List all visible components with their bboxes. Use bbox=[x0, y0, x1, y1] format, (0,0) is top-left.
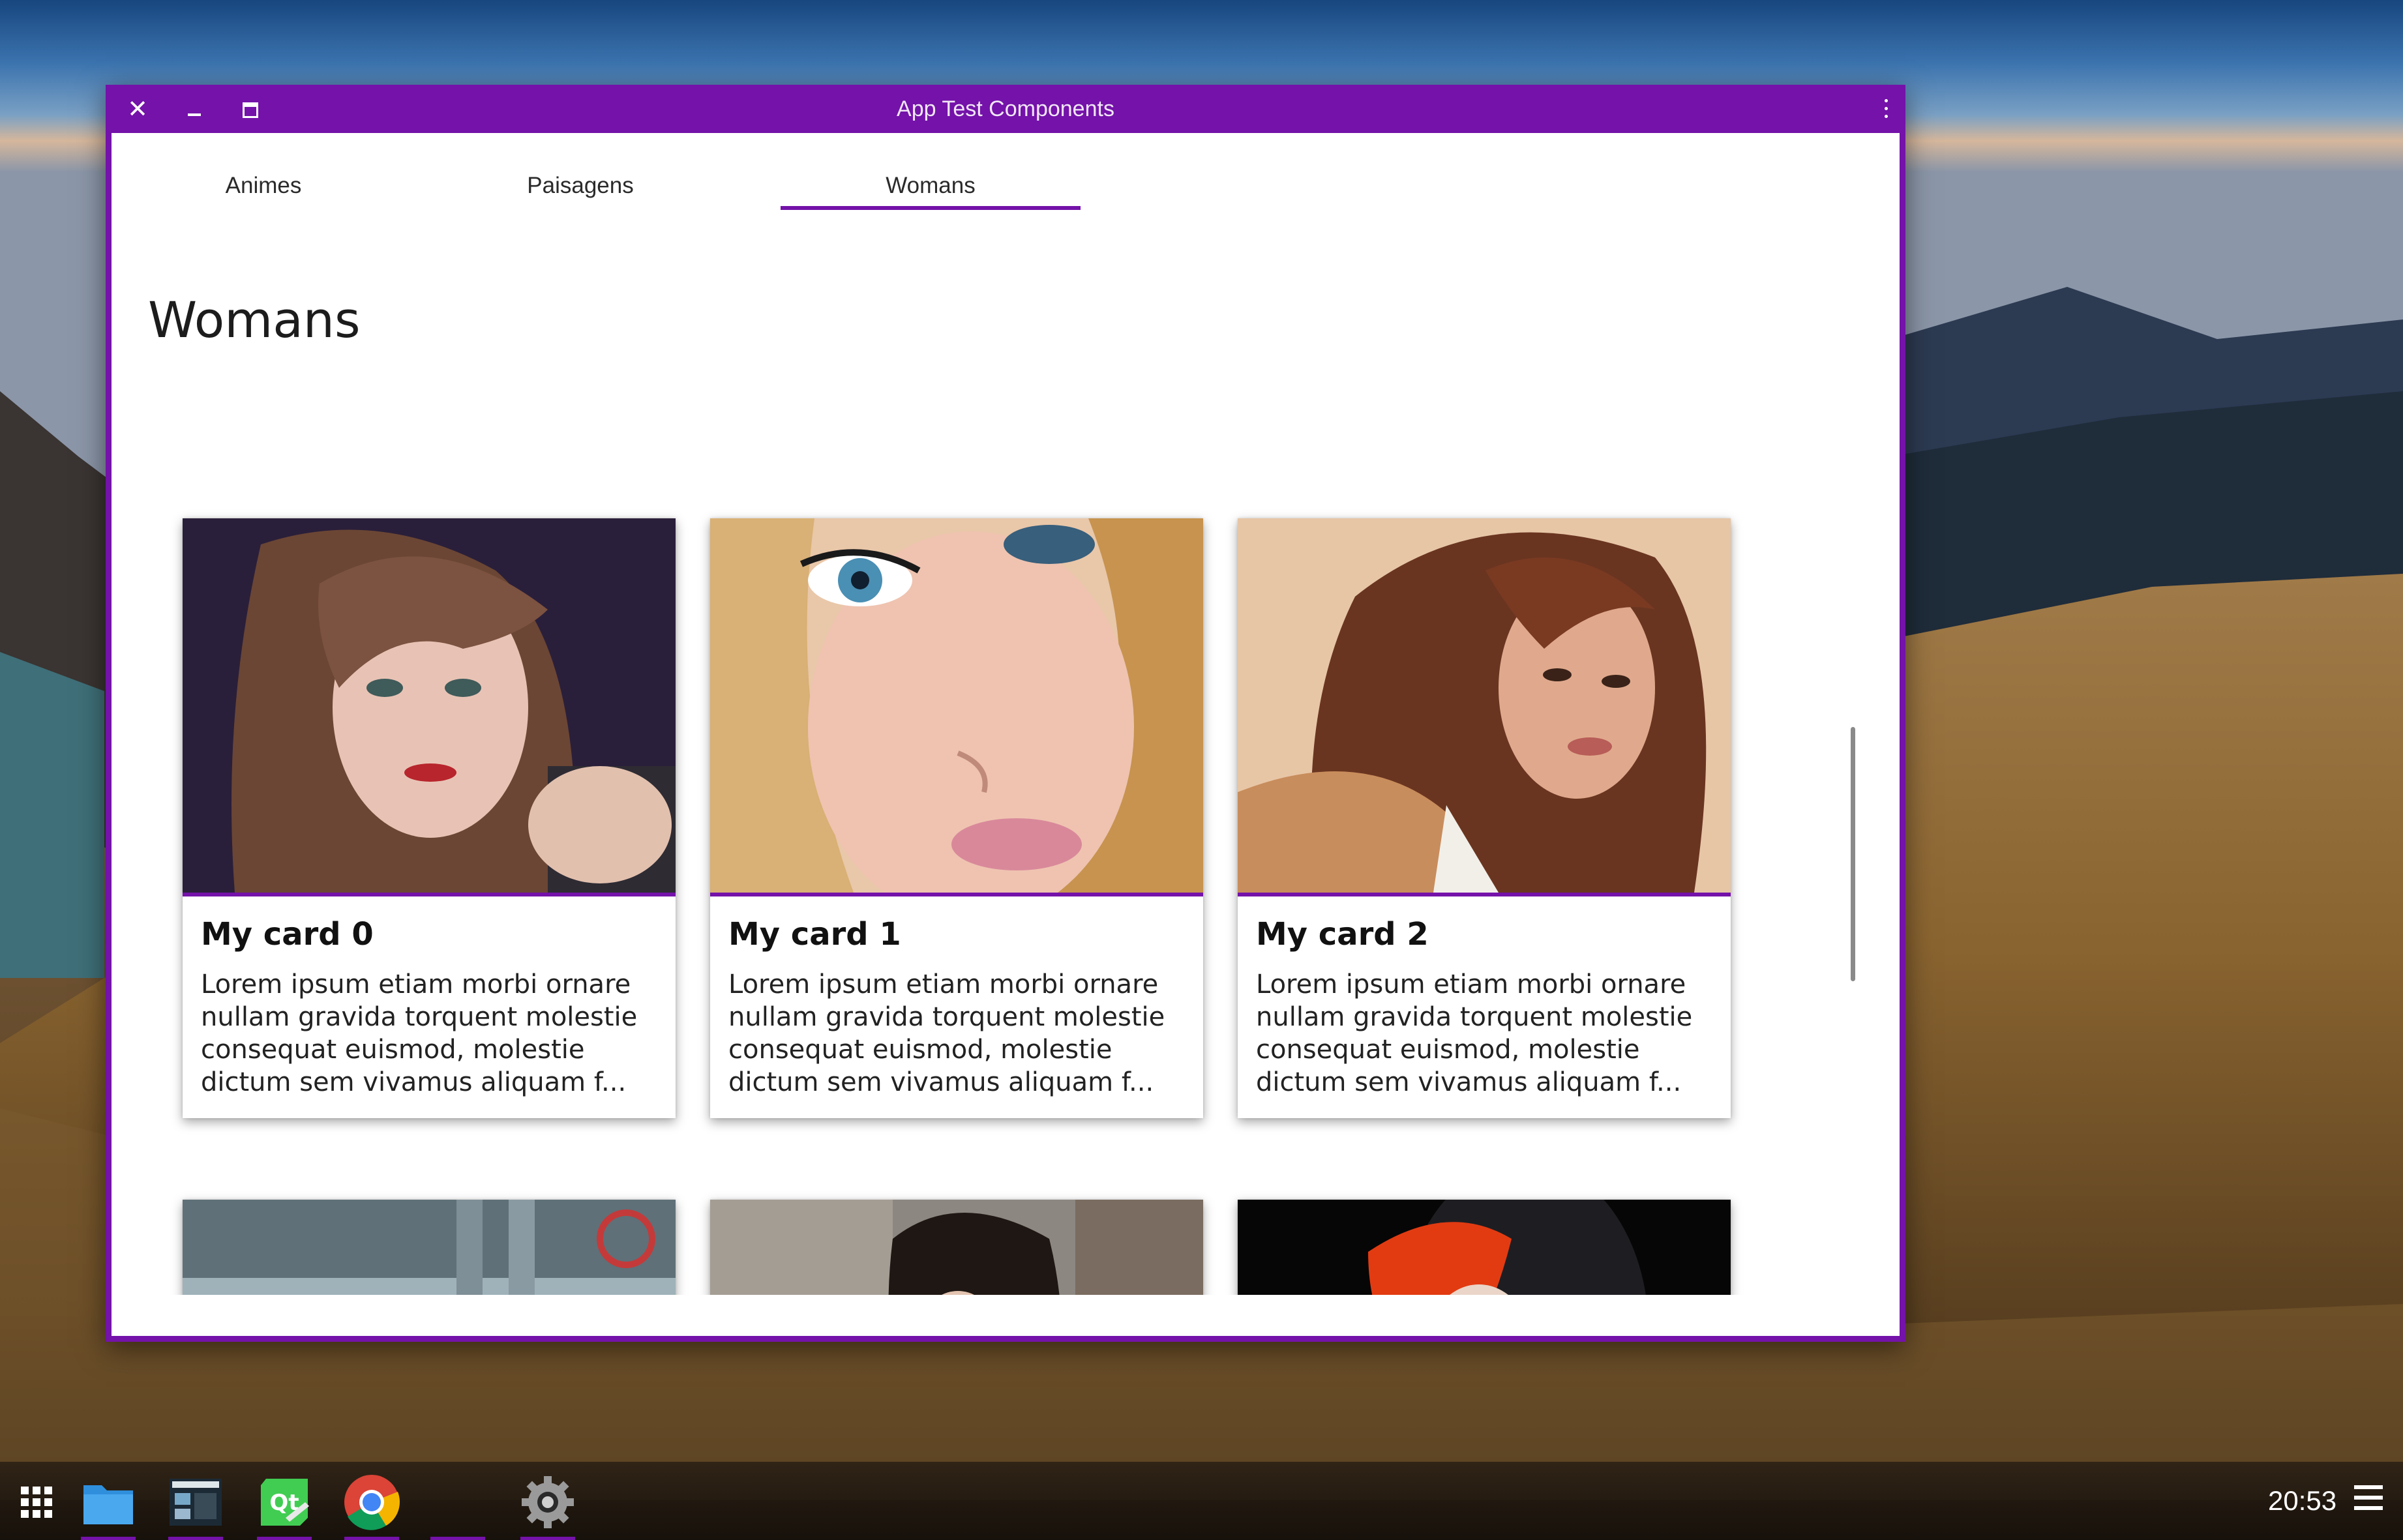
card-1-image bbox=[710, 518, 1203, 893]
card-4[interactable] bbox=[710, 1200, 1203, 1295]
tab-paisagens[interactable]: Paisagens bbox=[430, 133, 730, 206]
title-bar[interactable]: ✕ App Test Components bbox=[106, 85, 1905, 133]
app-grid-icon[interactable] bbox=[7, 1472, 67, 1532]
cards-scroll-area[interactable]: My card 0 Lorem ipsum etiam morbi ornare… bbox=[112, 398, 1900, 1295]
card-2-title: My card 2 bbox=[1256, 916, 1429, 953]
card-0-text: Lorem ipsum etiam morbi ornare nullam gr… bbox=[201, 970, 638, 1097]
settings-running-indicator bbox=[520, 1537, 575, 1540]
files-icon[interactable] bbox=[78, 1472, 138, 1540]
card-0[interactable]: My card 0 Lorem ipsum etiam morbi ornare… bbox=[183, 518, 676, 1118]
window-title: App Test Components bbox=[897, 96, 1114, 121]
card-1-text: Lorem ipsum etiam morbi ornare nullam gr… bbox=[728, 970, 1165, 1097]
card-2-text: Lorem ipsum etiam morbi ornare nullam gr… bbox=[1256, 970, 1693, 1097]
chrome-icon[interactable] bbox=[342, 1472, 402, 1540]
card-4-image bbox=[710, 1200, 1203, 1295]
qt-creator-running-indicator bbox=[257, 1537, 312, 1540]
active-tab-indicator bbox=[781, 206, 1081, 210]
screenshot-app-icon[interactable] bbox=[166, 1472, 226, 1540]
page-title: Womans bbox=[148, 291, 361, 349]
chrome-running-indicator bbox=[344, 1537, 399, 1540]
app-window: ✕ App Test Components Animes Paisagens W… bbox=[106, 85, 1905, 1342]
system-menu-icon[interactable] bbox=[2354, 1485, 2383, 1511]
window-menu-icon[interactable] bbox=[1879, 94, 1892, 124]
card-1-accent-bar bbox=[710, 893, 1203, 896]
card-0-title: My card 0 bbox=[201, 916, 374, 953]
qt-creator-icon[interactable]: Qt bbox=[254, 1472, 314, 1540]
clock[interactable]: 20:53 bbox=[2268, 1462, 2336, 1540]
card-5-image bbox=[1238, 1200, 1731, 1295]
card-0-accent-bar bbox=[183, 893, 676, 896]
card-2-image bbox=[1238, 518, 1731, 893]
card-2-accent-bar bbox=[1238, 893, 1731, 896]
card-3-image bbox=[183, 1200, 676, 1295]
settings-icon[interactable] bbox=[518, 1472, 578, 1540]
card-2[interactable]: My card 2 Lorem ipsum etiam morbi ornare… bbox=[1238, 518, 1731, 1118]
taskbar: Qt bbox=[0, 1462, 2403, 1540]
tab-womans[interactable]: Womans bbox=[781, 133, 1081, 210]
tab-womans-label: Womans bbox=[886, 173, 976, 198]
tab-animes[interactable]: Animes bbox=[113, 133, 413, 206]
empty-slot-indicator bbox=[430, 1537, 485, 1540]
vertical-scrollbar[interactable] bbox=[1851, 727, 1855, 981]
card-1[interactable]: My card 1 Lorem ipsum etiam morbi ornare… bbox=[710, 518, 1203, 1118]
card-5[interactable] bbox=[1238, 1200, 1731, 1295]
card-1-title: My card 1 bbox=[728, 916, 901, 953]
tab-bar: Animes Paisagens Womans bbox=[112, 133, 1900, 210]
files-running-indicator bbox=[81, 1537, 136, 1540]
empty-slot bbox=[428, 1472, 488, 1540]
card-3[interactable] bbox=[183, 1200, 676, 1295]
card-0-image bbox=[183, 518, 676, 893]
screenshot-running-indicator bbox=[168, 1537, 223, 1540]
